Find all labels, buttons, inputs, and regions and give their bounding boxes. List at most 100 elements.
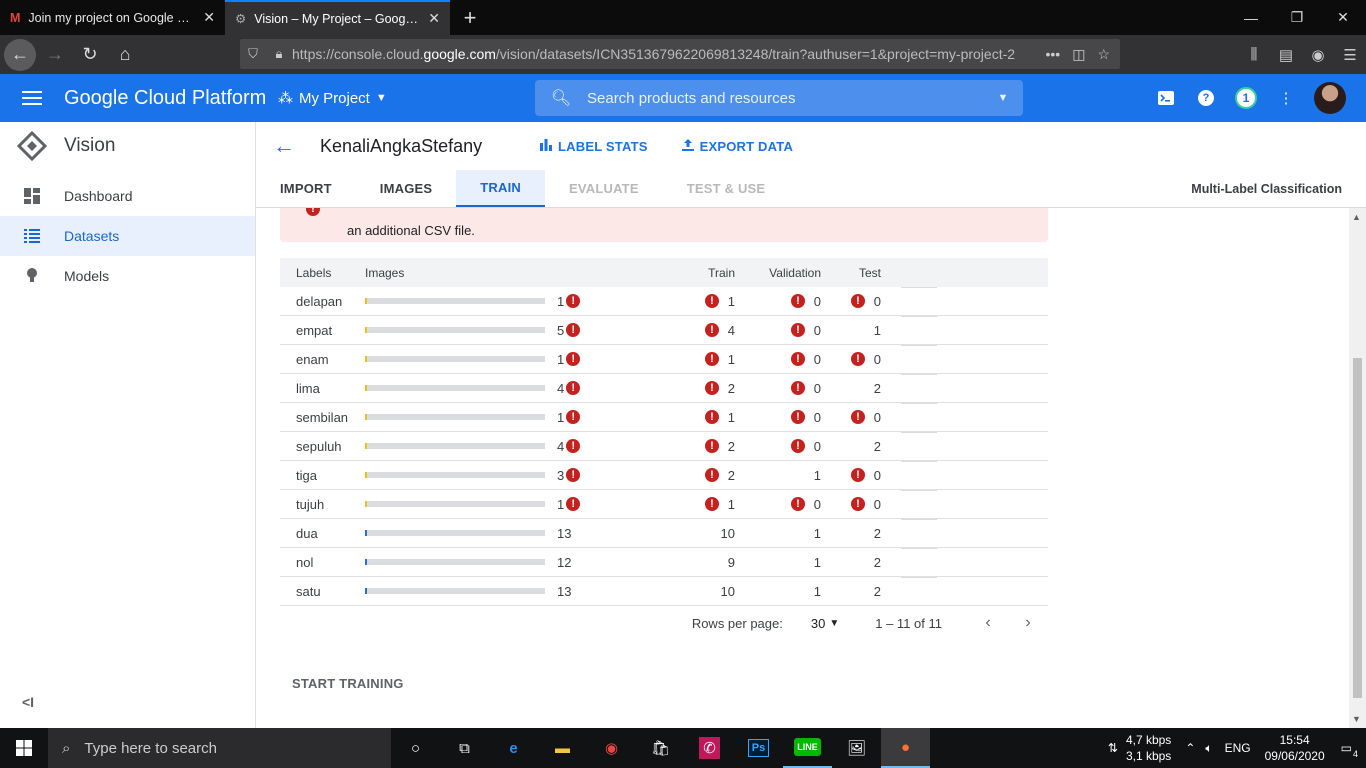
image-count: 4! (557, 380, 581, 396)
reload-icon[interactable]: ↻ (74, 39, 106, 71)
gcp-logo[interactable]: Google Cloud Platform (64, 87, 278, 110)
scrollbar[interactable]: ▲ ▼ (1349, 208, 1366, 728)
table-row: sepuluh 4!! 2! 0 2 (280, 432, 1048, 461)
library-icon[interactable]: ⫼ (1238, 46, 1270, 63)
line-icon[interactable]: LINE (783, 728, 832, 768)
page-title: KenaliAngkaStefany (320, 135, 483, 156)
close-window-icon[interactable]: ✕ (1320, 0, 1366, 35)
validation-count-cell: ! 0 (735, 497, 821, 512)
images-cell: 5! (365, 323, 605, 338)
search-bar[interactable]: 🔍︎ Search products and resources ▼ (535, 80, 1023, 116)
next-page-icon[interactable]: › (1008, 614, 1048, 632)
action-center-icon[interactable]: ▭ 4 (1341, 741, 1358, 759)
start-training-button[interactable]: START TRAINING (292, 676, 404, 691)
tab-train[interactable]: TRAIN (456, 170, 545, 207)
cortana-icon[interactable]: ○ (391, 728, 440, 768)
more-vert-icon[interactable]: ⋮ (1266, 89, 1306, 107)
error-icon: ! (705, 323, 719, 337)
edge-icon[interactable]: e (489, 728, 538, 768)
validation-count: 0 (813, 496, 821, 512)
close-tab-icon[interactable]: ✕ (203, 9, 215, 26)
url-text[interactable]: https://console.cloud.google.com/vision/… (292, 46, 1045, 62)
volume-icon[interactable]: 🔈︎ (1205, 741, 1212, 756)
error-icon: ! (705, 497, 719, 511)
scrollbar-thumb[interactable] (1353, 358, 1362, 698)
store-icon[interactable]: 🛍︎ (636, 728, 685, 768)
taskbar-search[interactable]: ⌕ Type here to search (48, 728, 391, 768)
task-view-icon[interactable]: ⧉ (440, 728, 489, 768)
bookmark-star-icon[interactable]: ☆ (1097, 46, 1110, 63)
export-data-button[interactable]: EXPORT DATA (681, 138, 794, 154)
image-count-value: 4 (557, 438, 565, 454)
train-count-cell: 10 (605, 584, 735, 599)
scroll-up-icon[interactable]: ▲ (1352, 212, 1361, 222)
whatsapp-icon[interactable]: ✆ (685, 728, 734, 768)
photoshop-icon[interactable]: Ps (734, 728, 783, 768)
pocket-icon[interactable]: ◫ (1072, 46, 1085, 63)
chevron-up-icon[interactable]: ⌃ (1185, 741, 1195, 755)
search-input[interactable]: Search products and resources (587, 90, 983, 107)
browser-tab-gmail[interactable]: M Join my project on Google Dev ✕ (0, 0, 225, 35)
forward-button[interactable]: → (39, 39, 71, 71)
image-count-value: 4 (557, 380, 565, 396)
images-cell: 13 (365, 584, 605, 599)
sidebar-item-datasets[interactable]: Datasets (0, 216, 255, 256)
search-icon: 🔍︎ (550, 90, 572, 107)
image-count-value: 1 (557, 409, 565, 425)
validation-count-cell: ! 0 (735, 410, 821, 425)
url-bar[interactable]: ⛉ 🔒︎ https://console.cloud.google.com/vi… (240, 39, 1120, 69)
minimize-icon[interactable]: — (1228, 0, 1274, 35)
back-arrow-icon[interactable]: ← (256, 133, 312, 159)
shield-icon[interactable]: ⛉ (240, 46, 266, 62)
avatar[interactable] (1314, 82, 1346, 114)
image-count-bar (365, 327, 546, 333)
scroll-down-icon[interactable]: ▼ (1352, 714, 1361, 724)
windows-start-icon[interactable] (0, 740, 48, 756)
label-stats-button[interactable]: LABEL STATS (540, 138, 648, 154)
chevron-down-icon[interactable]: ▼ (983, 92, 1023, 104)
language-indicator[interactable]: ENG (1225, 741, 1251, 755)
table-row: dua 13 10 1 2 (280, 519, 1048, 548)
rows-per-page-select[interactable]: 30 ▼ (811, 616, 839, 631)
firefox-icon[interactable]: ● (881, 728, 930, 768)
help-icon[interactable]: ? (1186, 90, 1226, 106)
more-icon[interactable]: ••• (1045, 46, 1060, 63)
taskbar-search-input[interactable]: Type here to search (84, 740, 217, 757)
error-icon: ! (791, 497, 805, 511)
notifications-button[interactable]: 1 (1226, 87, 1266, 109)
error-icon: ! (705, 294, 719, 308)
sidebar-item-dashboard[interactable]: Dashboard (0, 176, 255, 216)
account-icon[interactable]: ◉ (1302, 46, 1334, 64)
label-name: sepuluh (296, 438, 342, 454)
restore-icon[interactable]: ❐ (1274, 0, 1320, 35)
new-tab-button[interactable]: + (450, 0, 490, 35)
clock[interactable]: 15:54 09/06/2020 (1265, 732, 1325, 764)
cloud-shell-icon[interactable] (1146, 91, 1186, 105)
browser-tab-vision[interactable]: ⚙ Vision – My Project – Google Cl ✕ (225, 0, 450, 35)
prev-page-icon[interactable]: ‹ (968, 614, 1008, 632)
lightbulb-icon (0, 268, 64, 284)
photos-icon[interactable]: 🖼︎ (832, 728, 881, 768)
hamburger-menu-icon[interactable] (0, 90, 64, 106)
close-tab-icon[interactable]: ✕ (428, 10, 440, 27)
sidebar-item-models[interactable]: Models (0, 256, 255, 296)
tab-images[interactable]: IMAGES (356, 170, 456, 207)
dropdown-arrow-icon: ▼ (829, 617, 840, 629)
menu-icon[interactable]: ☰ (1334, 46, 1366, 64)
lock-icon[interactable]: 🔒︎ (266, 46, 292, 62)
sidebar-toggle-icon[interactable]: ▤ (1270, 46, 1302, 64)
image-count-bar (365, 530, 546, 536)
chrome-icon[interactable]: ◉ (587, 728, 636, 768)
file-explorer-icon[interactable]: ▬ (538, 728, 587, 768)
project-selector[interactable]: ⁂ My Project ▼ (278, 89, 387, 108)
tab-import[interactable]: IMPORT (256, 170, 356, 207)
collapse-sidebar-button[interactable]: <I (22, 694, 34, 710)
export-data-label: EXPORT DATA (699, 138, 794, 154)
tab-test-use: TEST & USE (686, 181, 766, 196)
network-speed: ⇅ 4,7 kbps 3,1 kbps (1108, 732, 1171, 764)
validation-count-cell: ! 0 (735, 323, 821, 338)
validation-count-cell: ! 0 (735, 439, 821, 454)
train-count-cell: ! 2 (605, 439, 735, 454)
back-button[interactable]: ← (4, 38, 36, 71)
home-icon[interactable]: ⌂ (109, 39, 141, 71)
